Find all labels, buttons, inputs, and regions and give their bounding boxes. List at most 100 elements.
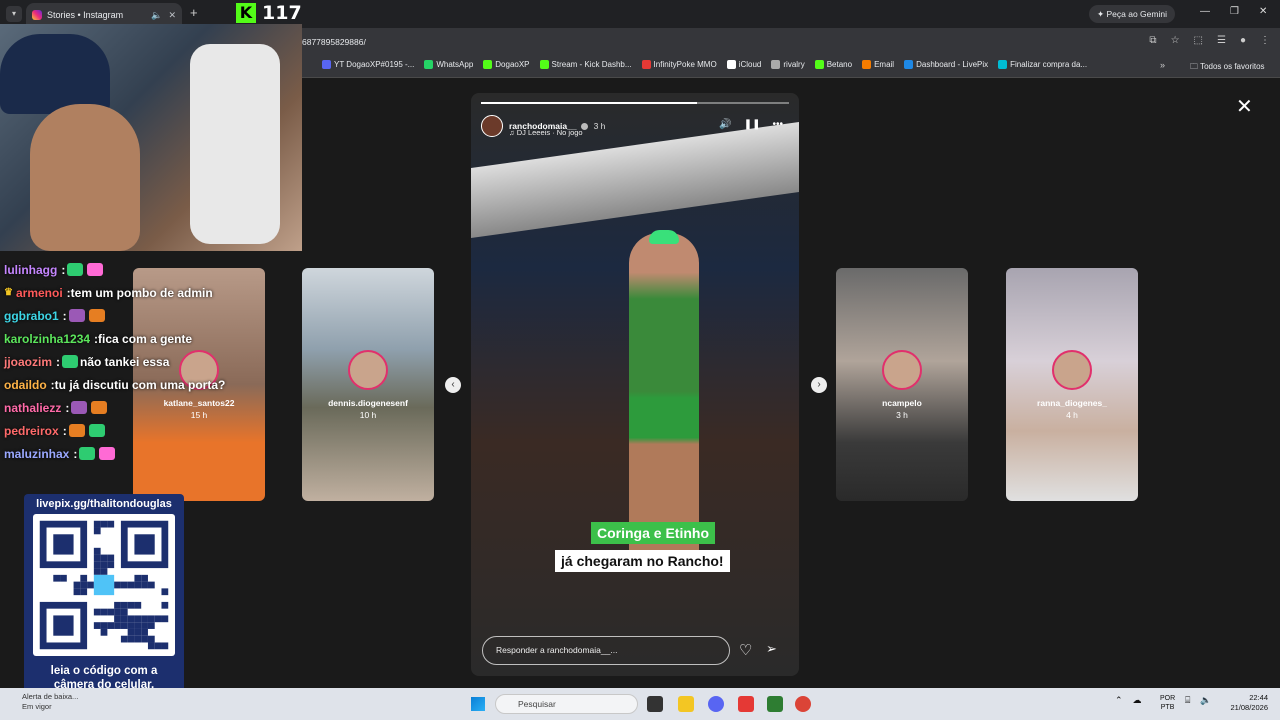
- close-story-icon[interactable]: ✕: [1236, 94, 1253, 118]
- more-options-icon[interactable]: •••: [772, 119, 783, 130]
- qr-code: [33, 514, 175, 656]
- bookmark-label: Email: [874, 60, 895, 69]
- mute-icon[interactable]: 🔊: [719, 119, 731, 130]
- screen: ▾ Stories • Instagram 🔈 ✕ + K 117 ✦ Peça…: [0, 0, 1280, 720]
- weather-alert-widget[interactable]: Alerta de baixa... Em vigor: [22, 692, 78, 712]
- pause-icon[interactable]: ❚❚: [744, 119, 761, 130]
- qr-url: livepix.gg/thalitondouglas: [36, 498, 172, 510]
- gaming-chair: [190, 44, 280, 244]
- side-story-1[interactable]: dennis.diogenesenf 10 h: [302, 268, 434, 501]
- app-green-icon[interactable]: [767, 696, 783, 712]
- cloud-icon[interactable]: ☁: [1133, 695, 1142, 706]
- bookmark-label: Dashboard - LivePix: [916, 60, 989, 69]
- story-author-avatar[interactable]: [481, 115, 503, 137]
- viewer-count: 117: [262, 2, 302, 24]
- chat-username[interactable]: odaildo: [4, 378, 47, 392]
- qr-caption-line1: leia o código com a: [50, 665, 158, 677]
- bookmark-label: DogaoXP: [495, 60, 530, 69]
- chat-username[interactable]: pedreirox: [4, 424, 59, 438]
- taskbar-search-input[interactable]: Pesquisar: [495, 694, 638, 714]
- system-clock[interactable]: 22:44 21/08/2026: [1214, 693, 1268, 713]
- chat-emote-icon: [67, 263, 84, 276]
- bookmark-item[interactable]: Email: [862, 60, 894, 69]
- maximize-button[interactable]: ❐: [1230, 6, 1239, 17]
- chat-message: jjoaozim: não tankei essa: [4, 350, 304, 373]
- bookmark-item[interactable]: Finalizar compra da...: [998, 60, 1087, 69]
- reading-list-icon[interactable]: ☰: [1217, 35, 1226, 46]
- story-time: 10 h: [359, 410, 377, 420]
- file-explorer-icon[interactable]: [678, 696, 694, 712]
- windows-start-icon[interactable]: [471, 697, 485, 711]
- bookmark-star-icon[interactable]: ☆: [1171, 35, 1180, 46]
- bookmark-item[interactable]: WhatsApp: [424, 60, 473, 69]
- chat-username[interactable]: karolzinha1234: [4, 332, 90, 346]
- tray-expand-icon[interactable]: ⌃: [1115, 695, 1123, 706]
- window-close-button[interactable]: ✕: [1259, 6, 1267, 17]
- chrome-icon[interactable]: [795, 696, 811, 712]
- tab-search-icon[interactable]: ▾: [6, 6, 22, 22]
- next-story-arrow-icon[interactable]: ›: [811, 377, 827, 393]
- gemini-button[interactable]: ✦ Peça ao Gemini: [1089, 5, 1175, 23]
- clock-time: 22:44: [1249, 693, 1268, 702]
- volume-icon[interactable]: 🔈: [1200, 695, 1211, 706]
- bookmark-label: Stream - Kick Dashb...: [551, 60, 632, 69]
- network-icon[interactable]: ⌸: [1185, 695, 1190, 706]
- chat-separator: :: [73, 446, 78, 461]
- chat-username[interactable]: armenoi: [16, 286, 63, 300]
- bookmark-favicon-icon: [641, 60, 651, 69]
- active-story[interactable]: ranchodomaia__ 3 h ♫ DJ Leeeis · No jogo…: [471, 93, 799, 676]
- like-heart-icon[interactable]: ♡: [739, 641, 752, 659]
- app-red-icon[interactable]: [738, 696, 754, 712]
- discord-icon[interactable]: [708, 696, 724, 712]
- chat-username[interactable]: lulinhagg: [4, 263, 57, 277]
- story-music-label[interactable]: ♫ DJ Leeeis · No jogo: [509, 128, 583, 137]
- story-time: 4 h: [1066, 410, 1078, 420]
- minimize-button[interactable]: —: [1200, 6, 1210, 17]
- bookmark-item[interactable]: YT DogaoXP#0195 -...: [322, 60, 414, 69]
- url-field[interactable]: 6877895829886/: [302, 37, 366, 47]
- all-bookmarks-folder[interactable]: 🗀 Todos os favoritos: [1190, 61, 1265, 75]
- previous-story-arrow-icon[interactable]: ‹: [445, 377, 461, 393]
- chat-separator: :: [56, 354, 61, 369]
- story-photo-hair: [649, 230, 679, 244]
- bookmark-item[interactable]: DogaoXP: [483, 60, 530, 69]
- bookmark-item[interactable]: Stream - Kick Dashb...: [539, 60, 632, 69]
- network-volume-tray: ⌸ 🔈: [1185, 695, 1212, 706]
- bookmarks-overflow-icon[interactable]: »: [1160, 60, 1165, 70]
- share-send-icon[interactable]: ➢: [766, 641, 777, 657]
- bookmark-item[interactable]: rivalry: [771, 60, 805, 69]
- chat-message: nathaliezz:: [4, 396, 304, 419]
- bookmark-item[interactable]: Dashboard - LivePix: [904, 60, 988, 69]
- chat-username[interactable]: maluzinhax: [4, 447, 69, 461]
- cast-icon[interactable]: ⧉: [1149, 35, 1156, 46]
- bookmark-item[interactable]: Betano: [814, 60, 852, 69]
- side-story-2[interactable]: ncampelo 3 h: [836, 268, 968, 501]
- chat-emote-icon: [68, 424, 85, 437]
- chat-username[interactable]: jjoaozim: [4, 355, 52, 369]
- language-indicator[interactable]: POR PTB: [1160, 694, 1175, 712]
- bookmark-favicon-icon: [998, 60, 1008, 69]
- streamer-face: [30, 104, 140, 251]
- reply-input[interactable]: Responder a ranchodomaia__...: [482, 636, 730, 665]
- chat-emote-icon: [62, 355, 79, 368]
- extensions-icon[interactable]: ⬚: [1194, 35, 1203, 46]
- tab-close-icon[interactable]: ✕: [168, 10, 176, 21]
- story-username: dennis.diogenesenf: [328, 398, 408, 408]
- chat-username[interactable]: ggbrabo1: [4, 309, 59, 323]
- bookmark-favicon-icon: [862, 60, 872, 69]
- story-username: ranna_diogenes_: [1037, 398, 1107, 408]
- browser-menu-icon[interactable]: ⋮: [1260, 35, 1270, 46]
- profile-avatar-icon[interactable]: ●: [1240, 35, 1246, 46]
- tab-title: Stories • Instagram: [47, 10, 124, 20]
- bookmark-item[interactable]: iCloud: [726, 60, 761, 69]
- new-tab-button[interactable]: +: [190, 5, 198, 20]
- story-photo-tent: [471, 121, 799, 239]
- bookmark-item[interactable]: InfinityPoke MMO: [641, 60, 717, 69]
- audio-icon[interactable]: 🔈: [151, 10, 162, 21]
- chat-username[interactable]: nathaliezz: [4, 401, 61, 415]
- chat-text: fica com a gente: [98, 331, 193, 346]
- streamer-cap: [0, 34, 110, 114]
- side-story-3[interactable]: ranna_diogenes_ 4 h: [1006, 268, 1138, 501]
- story-caption-line2: já chegaram no Rancho!: [555, 550, 730, 572]
- task-view-icon[interactable]: [647, 696, 663, 712]
